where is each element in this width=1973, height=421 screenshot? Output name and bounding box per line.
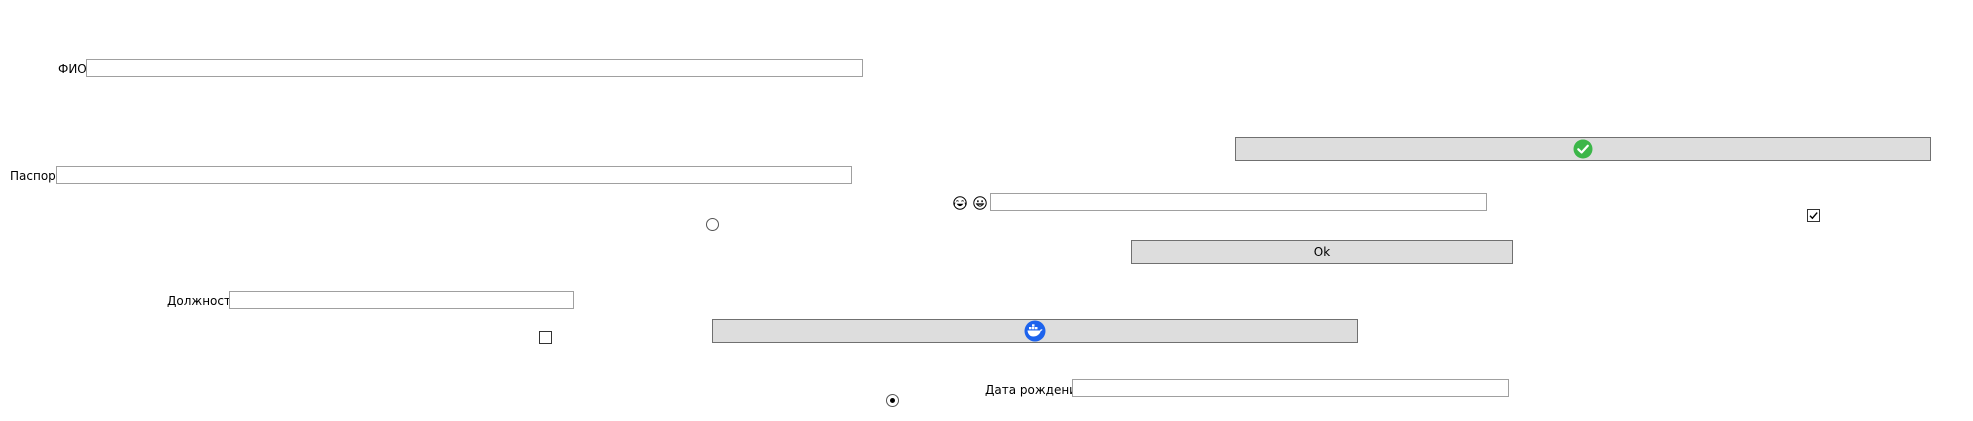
face-with-tears-of-joy-icon [953, 196, 967, 210]
checkmark-icon [1809, 212, 1818, 220]
docker-whale-icon [1024, 320, 1046, 342]
passport-label: Паспорт [10, 169, 63, 183]
top-radio[interactable] [706, 218, 719, 231]
bottom-radio[interactable] [886, 394, 899, 407]
position-input[interactable] [229, 291, 574, 309]
check-circle-icon [1573, 139, 1593, 159]
fio-label: ФИО [58, 62, 87, 76]
position-label: Должность [167, 294, 239, 308]
docker-button[interactable] [712, 319, 1358, 343]
right-checkbox[interactable] [1807, 209, 1820, 222]
radio-selected-dot [890, 398, 895, 403]
confirm-button[interactable] [1235, 137, 1931, 161]
passport-input[interactable] [56, 166, 852, 184]
birthdate-label: Дата рождения [985, 383, 1085, 397]
ok-button[interactable]: Ok [1131, 240, 1513, 264]
grinning-face-icon [973, 196, 987, 210]
emoji-text-input[interactable] [990, 193, 1487, 211]
left-checkbox[interactable] [539, 331, 552, 344]
fio-input[interactable] [86, 59, 863, 77]
birthdate-input[interactable] [1072, 379, 1509, 397]
